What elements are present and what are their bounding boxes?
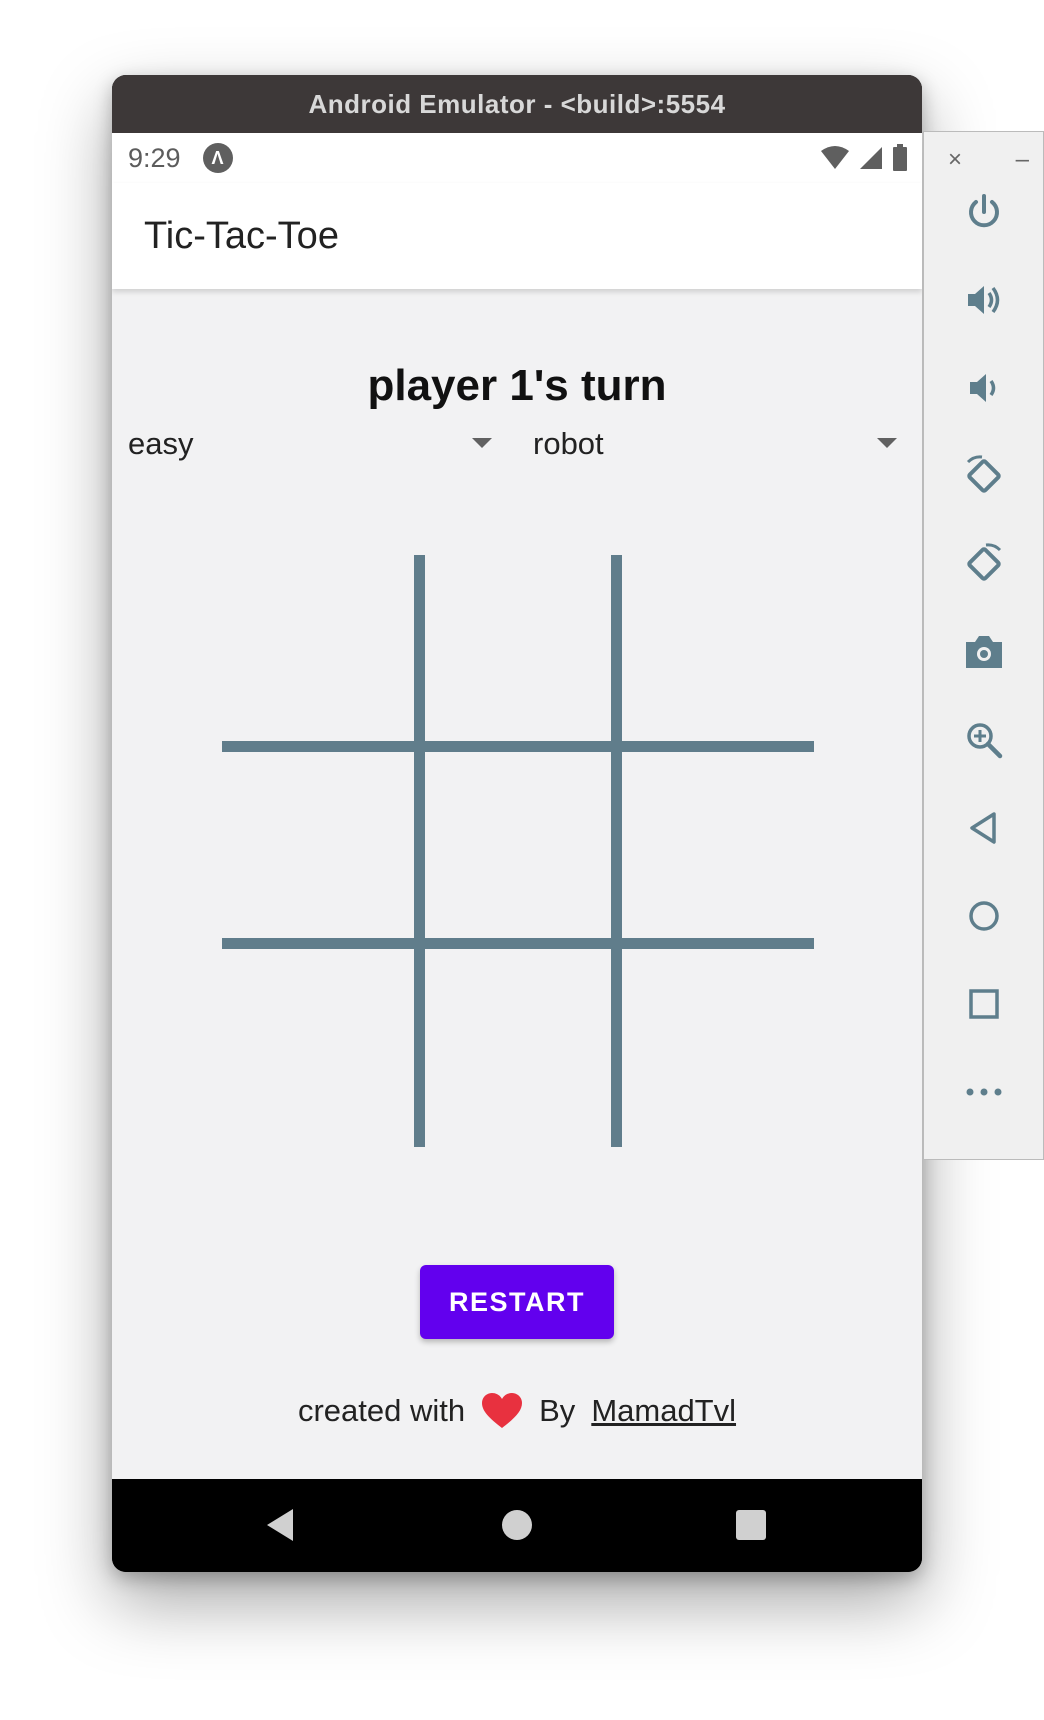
app-notification-icon: Λ [202, 143, 233, 173]
rotate-left-icon[interactable] [958, 450, 1010, 502]
back-icon[interactable] [267, 1509, 293, 1541]
recents-icon[interactable] [736, 1510, 766, 1540]
minimize-icon[interactable]: – [1016, 146, 1029, 174]
board-cell-1[interactable] [222, 555, 419, 752]
window-title: Android Emulator - <build>:5554 [308, 88, 726, 119]
power-icon[interactable] [958, 186, 1010, 238]
board-cell-8[interactable] [420, 950, 617, 1147]
author-link[interactable]: MamadTvl [591, 1393, 736, 1429]
board-cell-7[interactable] [222, 950, 419, 1147]
game-board [222, 555, 814, 1147]
opponent-dropdown[interactable]: robot [533, 416, 897, 472]
android-nav-bar [112, 1479, 922, 1572]
status-bar: 9:29 Λ [112, 133, 922, 183]
camera-icon[interactable] [958, 626, 1010, 678]
difficulty-dropdown[interactable]: easy [128, 416, 492, 472]
volume-up-icon[interactable] [958, 274, 1010, 326]
emulator-side-toolbar: × – [923, 131, 1044, 1160]
overview-icon[interactable] [958, 978, 1010, 1030]
opponent-value: robot [533, 426, 604, 461]
board-cell-6[interactable] [617, 752, 814, 949]
app-bar: Tic-Tac-Toe [112, 183, 922, 289]
dropdown-arrow-icon [472, 438, 492, 448]
home-icon[interactable] [958, 890, 1010, 942]
device-screen: 9:29 Λ Tic-Tac-Toe player 1's turn easy [112, 133, 922, 1479]
close-icon[interactable]: × [948, 146, 962, 174]
more-icon[interactable] [958, 1066, 1010, 1118]
footer-credit: created with By MamadTvl [112, 1386, 922, 1436]
difficulty-value: easy [128, 426, 194, 461]
zoom-icon[interactable] [958, 714, 1010, 766]
rotate-right-icon[interactable] [958, 538, 1010, 590]
status-time: 9:29 [128, 142, 181, 173]
volume-down-icon[interactable] [958, 362, 1010, 414]
signal-icon [860, 147, 882, 169]
home-icon[interactable] [502, 1510, 532, 1540]
restart-button[interactable]: RESTART [420, 1265, 614, 1339]
emulator-window: Android Emulator - <build>:5554 9:29 Λ T… [112, 75, 922, 1572]
wifi-icon [821, 146, 849, 169]
back-icon[interactable] [958, 802, 1010, 854]
dropdown-arrow-icon [877, 438, 897, 448]
window-titlebar[interactable]: Android Emulator - <build>:5554 [112, 75, 922, 133]
battery-icon [893, 144, 907, 171]
board-cell-2[interactable] [420, 555, 617, 752]
footer-by: By [539, 1393, 576, 1428]
turn-indicator: player 1's turn [367, 361, 667, 410]
app-title: Tic-Tac-Toe [144, 214, 339, 257]
board-cell-9[interactable] [617, 950, 814, 1147]
board-cell-3[interactable] [617, 555, 814, 752]
board-cell-4[interactable] [222, 752, 419, 949]
board-cell-5[interactable] [420, 752, 617, 949]
heart-icon [482, 1393, 523, 1428]
footer-prefix: created with [297, 1393, 466, 1428]
